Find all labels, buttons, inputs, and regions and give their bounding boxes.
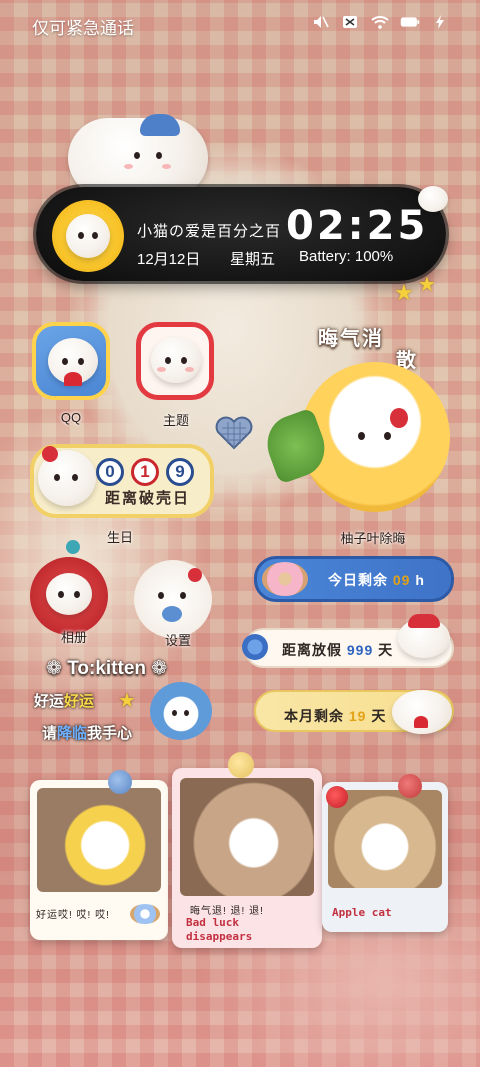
- album-app-label: 相册: [60, 630, 87, 645]
- charging-icon: [430, 14, 450, 30]
- birthday-digit: 1: [131, 458, 159, 486]
- bear-kitten-sticker: [150, 682, 212, 740]
- kitten-leaf-photo: [180, 778, 314, 896]
- card3-caption: Apple cat: [332, 906, 392, 919]
- status-icons: [310, 14, 450, 30]
- holiday-countdown-value: 999: [346, 642, 374, 658]
- photo-card-luck[interactable]: 好运哎! 哎! 哎!: [30, 780, 168, 940]
- mute-icon: [310, 14, 330, 30]
- settings-app-icon[interactable]: [134, 560, 212, 638]
- clock-time: 02:25: [286, 203, 429, 249]
- to-kitten-sticker: ❁ To:kitten ❁: [46, 658, 168, 679]
- holiday-countdown-text: 距离放假 999 天: [282, 642, 394, 658]
- donut-icon: [262, 562, 308, 596]
- album-app-icon[interactable]: [30, 557, 108, 635]
- clock-weekday: 星期五: [230, 251, 276, 268]
- settings-app-label: 设置: [164, 633, 191, 648]
- star-icon: ★: [394, 280, 414, 305]
- kitten-sticker: [398, 614, 450, 658]
- apple-kitten-photo: [328, 790, 442, 888]
- plaid-heart-icon: [214, 416, 254, 450]
- month-remaining-value: 19: [348, 708, 367, 724]
- blue-flower-icon: [242, 634, 268, 660]
- kitten-sticker: [392, 690, 452, 734]
- star-icon: ★: [118, 690, 136, 712]
- blue-bead-icon: [108, 770, 132, 794]
- card1-caption: 好运哎! 哎! 哎!: [36, 910, 110, 921]
- card2-en-line1: Bad luck: [186, 916, 239, 929]
- today-remaining-value: 09: [392, 572, 411, 588]
- card2-en-line2: disappears: [186, 930, 253, 943]
- clock-date: 12月12日: [137, 251, 201, 268]
- mood-title: 晦气消: [318, 328, 384, 350]
- lying-kitten-sticker: [68, 114, 208, 198]
- please-sticker: 请降临我手心: [42, 725, 133, 742]
- qq-app-label: QQ: [60, 410, 82, 425]
- birthday-digit: 0: [96, 458, 124, 486]
- qq-app-icon[interactable]: [32, 322, 110, 400]
- paw-icon: ❁: [46, 658, 68, 679]
- theme-app-label: 主题: [162, 413, 189, 428]
- bead-icon: [66, 540, 80, 554]
- star-icon: ★: [418, 274, 436, 296]
- photo-card-badluck[interactable]: 晦气退! 退! 退! Bad luck disappears: [172, 768, 322, 948]
- birthday-countdown-text: 距离破壳日: [105, 490, 191, 507]
- apple-icon: [326, 786, 348, 808]
- kitten-photo: [37, 788, 161, 892]
- yellow-bead-icon: [228, 752, 254, 778]
- status-carrier-text: 仅可紧急通话: [32, 19, 134, 38]
- clock-battery: Battery: 100%: [299, 248, 394, 265]
- mini-kitten-sticker: [418, 186, 448, 212]
- clock-slogan: 小猫の爱是百分之百: [137, 223, 282, 240]
- red-bead-icon: [398, 774, 422, 798]
- birthday-app-label: 生日: [106, 530, 133, 545]
- paw-icon: ❁: [146, 658, 168, 679]
- battery-icon: [400, 14, 420, 30]
- birthday-digit: 9: [166, 458, 194, 486]
- good-luck-sticker: 好运好运: [34, 693, 95, 710]
- sim-blocked-icon: [340, 14, 360, 30]
- today-remaining-text: 今日剩余 09 h: [328, 572, 425, 588]
- wifi-icon: [370, 14, 390, 30]
- theme-app-icon[interactable]: [136, 322, 214, 400]
- month-remaining-text: 本月剩余 19 天: [284, 708, 387, 724]
- sun-kitten-badge: [52, 200, 124, 272]
- yuzu-label: 柚子叶除晦: [340, 531, 406, 546]
- card2-caption: 晦气退! 退! 退!: [190, 906, 264, 917]
